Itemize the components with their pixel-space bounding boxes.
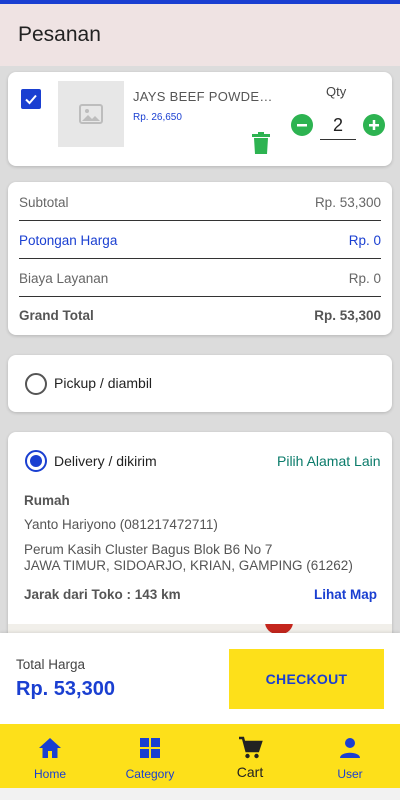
check-icon bbox=[25, 94, 37, 105]
service-fee-row: Biaya Layanan Rp. 0 bbox=[19, 260, 381, 297]
product-image-placeholder[interactable] bbox=[58, 81, 124, 147]
home-icon bbox=[39, 738, 61, 758]
discount-value: Rp. 0 bbox=[348, 232, 381, 248]
nav-item-cart[interactable]: Cart bbox=[200, 724, 300, 788]
qty-decrease-button[interactable] bbox=[291, 114, 313, 136]
store-distance: Jarak dari Toko : 143 km bbox=[24, 587, 181, 602]
nav-item-user[interactable]: User bbox=[300, 724, 400, 788]
delivery-radio[interactable] bbox=[25, 450, 47, 472]
delivery-option-card: Delivery / dikirim Pilih Alamat Lain Rum… bbox=[8, 432, 392, 652]
qty-label: Qty bbox=[326, 84, 347, 99]
minus-icon bbox=[297, 124, 307, 127]
address-line-2: JAWA TIMUR, SIDOARJO, KRIAN, GAMPING (61… bbox=[24, 558, 353, 573]
product-name[interactable]: JAYS BEEF POWDER... bbox=[133, 89, 278, 104]
pickup-radio[interactable] bbox=[25, 373, 47, 395]
item-checkbox[interactable] bbox=[21, 89, 41, 109]
address-line-1: Perum Kasih Cluster Bagus Blok B6 No 7 bbox=[24, 542, 273, 557]
qty-increase-button[interactable] bbox=[363, 114, 385, 136]
page-title: Pesanan bbox=[18, 23, 101, 46]
address-title: Rumah bbox=[24, 493, 70, 508]
pickup-option-card[interactable]: Pickup / diambil bbox=[8, 355, 392, 412]
nav-label-home: Home bbox=[33, 767, 66, 781]
choose-other-address-link[interactable]: Pilih Alamat Lain bbox=[277, 453, 381, 469]
total-price-label: Total Harga bbox=[16, 657, 86, 672]
category-icon bbox=[140, 738, 160, 758]
checkout-bar: Total Harga Rp. 53,300 CHECKOUT bbox=[0, 633, 400, 724]
nav-label-category: Category bbox=[125, 767, 175, 781]
price-summary-card: Subtotal Rp. 53,300 Potongan Harga Rp. 0… bbox=[8, 182, 392, 335]
total-price-value: Rp. 53,300 bbox=[16, 678, 115, 700]
plus-icon bbox=[369, 120, 379, 130]
cart-item-card: JAYS BEEF POWDER... Rp. 26,650 Qty 2 bbox=[8, 72, 392, 166]
product-price: Rp. 26,650 bbox=[133, 112, 182, 123]
nav-item-home[interactable]: Home bbox=[0, 724, 100, 788]
cart-icon bbox=[239, 736, 263, 759]
app-bar: Pesanan bbox=[0, 4, 400, 66]
user-icon bbox=[340, 738, 360, 758]
system-nav-strip bbox=[0, 788, 400, 800]
grand-total-row: Grand Total Rp. 53,300 bbox=[19, 297, 381, 334]
image-icon bbox=[79, 104, 103, 124]
grand-total-value: Rp. 53,300 bbox=[314, 308, 381, 323]
address-recipient: Yanto Hariyono (081217472711) bbox=[24, 517, 218, 532]
grand-total-label: Grand Total bbox=[19, 308, 94, 323]
view-map-link[interactable]: Lihat Map bbox=[314, 587, 377, 602]
nav-label-cart: Cart bbox=[236, 764, 264, 780]
nav-item-category[interactable]: Category bbox=[100, 724, 200, 788]
delivery-label[interactable]: Delivery / dikirim bbox=[54, 453, 157, 469]
discount-label: Potongan Harga bbox=[19, 232, 118, 248]
pickup-label[interactable]: Pickup / diambil bbox=[54, 375, 152, 391]
discount-row: Potongan Harga Rp. 0 bbox=[19, 222, 381, 259]
bottom-navigation: Home Category Cart User bbox=[0, 724, 400, 788]
subtotal-value: Rp. 53,300 bbox=[314, 194, 381, 210]
checkout-button[interactable]: CHECKOUT bbox=[229, 649, 384, 709]
service-fee-value: Rp. 0 bbox=[348, 270, 381, 286]
subtotal-label: Subtotal bbox=[19, 194, 69, 210]
qty-input[interactable]: 2 bbox=[320, 112, 356, 140]
delete-item-button[interactable] bbox=[252, 132, 270, 154]
subtotal-row: Subtotal Rp. 53,300 bbox=[19, 184, 381, 221]
nav-label-user: User bbox=[337, 767, 363, 781]
service-fee-label: Biaya Layanan bbox=[19, 270, 109, 286]
